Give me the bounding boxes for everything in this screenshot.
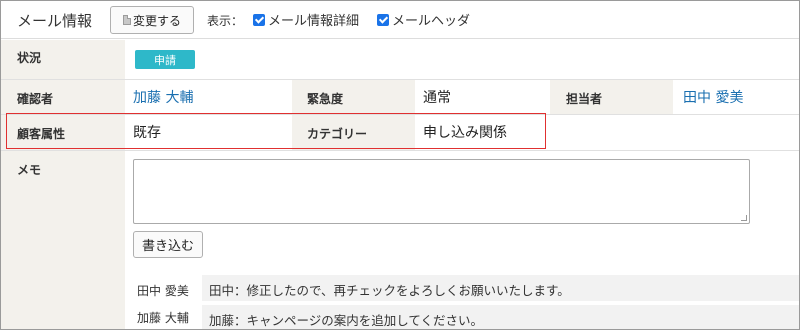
mail-header-checkbox[interactable]: メールヘッダ xyxy=(377,10,470,29)
panel-title: メール情報 xyxy=(17,12,93,30)
comment-text: 田中：修正したので、再チェックをよろしくお願いいたします。 xyxy=(202,275,799,301)
status-row: 状況 申請 xyxy=(1,40,799,80)
resize-handle-icon[interactable] xyxy=(741,215,747,221)
mail-detail-label: メール情報詳細 xyxy=(268,14,360,29)
urgency-value: 通常 xyxy=(423,90,451,106)
checkbox-checked-icon xyxy=(377,13,389,26)
mail-info-panel: メール情報 変更する 表示： メール情報詳細 メールヘッダ 状況 申請 確認者 … xyxy=(0,0,800,330)
comment-author: 田中 愛美 xyxy=(137,284,189,298)
confirmer-row: 確認者 加藤 大輔 緊急度 通常 担当者 田中 愛美 xyxy=(1,80,799,115)
status-label: 状況 xyxy=(17,51,42,65)
mail-header-label: メールヘッダ xyxy=(392,14,471,29)
confirmer-link[interactable]: 加藤 大輔 xyxy=(133,87,193,107)
comment-text: 加藤：キャンページの案内を追加してください。 xyxy=(202,305,799,329)
assignee-link[interactable]: 田中 愛美 xyxy=(683,87,743,107)
change-button-label: 変更する xyxy=(132,13,181,28)
view-label: 表示： xyxy=(207,14,244,28)
write-button[interactable]: 書き込む xyxy=(133,231,203,258)
assignee-label: 担当者 xyxy=(566,92,603,106)
mail-detail-checkbox[interactable]: メール情報詳細 xyxy=(253,10,359,29)
confirmer-label: 確認者 xyxy=(17,92,54,106)
document-icon xyxy=(122,15,131,25)
memo-textarea[interactable] xyxy=(133,159,750,224)
memo-label: メモ xyxy=(17,163,42,177)
highlight-box xyxy=(6,113,546,149)
checkbox-checked-icon xyxy=(253,13,265,26)
status-badge: 申請 xyxy=(135,50,195,69)
panel-header: メール情報 変更する 表示： メール情報詳細 メールヘッダ xyxy=(1,1,799,39)
change-button[interactable]: 変更する xyxy=(110,6,194,34)
comment-author: 加藤 大輔 xyxy=(137,311,189,325)
urgency-label: 緊急度 xyxy=(307,92,344,106)
